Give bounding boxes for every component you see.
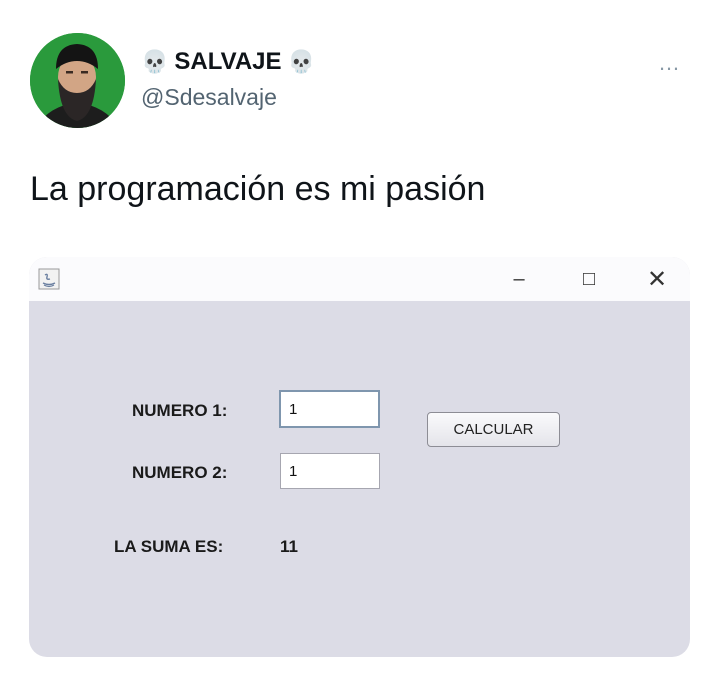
skull-icon: 💀 [141, 49, 169, 74]
calcular-button[interactable]: CALCULAR [427, 412, 560, 447]
avatar-portrait-icon [30, 33, 125, 128]
author-display-name[interactable]: SALVAJE [174, 48, 281, 76]
numero1-input[interactable] [279, 390, 380, 428]
author-handle[interactable]: @Sdesalvaje [141, 84, 277, 111]
more-options-icon[interactable]: … [658, 50, 681, 76]
java-app-icon [38, 268, 60, 295]
minimize-button[interactable]: – [499, 263, 539, 295]
window-titlebar: – □ ✕ [29, 257, 690, 301]
numero1-label: NUMERO 1: [132, 401, 228, 420]
author-name-row: 💀 SALVAJE 💀 [141, 48, 315, 76]
numero2-input[interactable] [280, 453, 380, 489]
tweet-media-window: – □ ✕ NUMERO 1: NUMERO 2: CALCULAR LA SU… [29, 257, 690, 657]
close-button[interactable]: ✕ [637, 263, 677, 295]
suma-result: 11 [280, 537, 298, 556]
avatar[interactable] [30, 33, 125, 128]
skull-icon: 💀 [287, 49, 315, 74]
tweet-text: La programación es mi pasión [30, 170, 486, 208]
suma-label: LA SUMA ES: [114, 537, 224, 556]
numero2-label: NUMERO 2: [132, 463, 228, 482]
maximize-button[interactable]: □ [569, 263, 609, 295]
